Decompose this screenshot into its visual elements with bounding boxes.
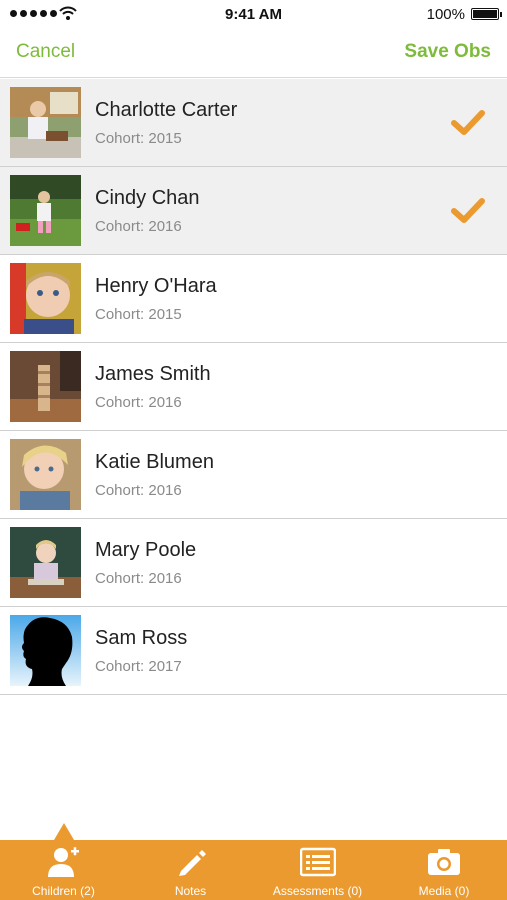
tab-notes[interactable]: Notes — [127, 840, 254, 900]
tab-label: Notes — [174, 884, 207, 898]
child-photo — [10, 439, 81, 510]
child-cohort: Cohort: 2016 — [95, 218, 182, 235]
tab-children[interactable]: Children (2) — [0, 840, 127, 900]
pencil-icon — [178, 850, 206, 876]
child-cohort: Cohort: 2016 — [95, 570, 182, 587]
camera-icon — [428, 849, 460, 875]
tab-label: Media (0) — [418, 884, 470, 898]
child-name: Mary Poole — [95, 539, 197, 561]
avatar-silhouette-icon — [10, 615, 81, 686]
child-name: Charlotte Carter — [95, 99, 238, 121]
child-photo — [10, 351, 81, 422]
child-row-cindy-chan[interactable]: Cindy Chan Cohort: 2016 — [0, 167, 507, 255]
tab-label: Assessments (0) — [272, 884, 363, 898]
child-row-charlotte-carter[interactable]: Charlotte Carter Cohort: 2015 — [0, 79, 507, 167]
child-cohort: Cohort: 2017 — [95, 658, 182, 675]
child-photo — [10, 87, 81, 158]
child-row-katie-blumen[interactable]: Katie Blumen Cohort: 2016 — [0, 431, 507, 519]
checkmark-icon — [451, 110, 485, 135]
child-name: Sam Ross — [95, 627, 188, 649]
checkmark-icon — [451, 198, 485, 223]
tab-label: Children (2) — [32, 884, 95, 898]
child-cohort: Cohort: 2015 — [95, 306, 182, 323]
child-cohort: Cohort: 2016 — [95, 482, 182, 499]
child-photo — [10, 527, 81, 598]
child-photo — [10, 175, 81, 246]
child-photo — [10, 263, 81, 334]
save-obs-button[interactable]: Save Obs — [404, 41, 491, 63]
child-name: James Smith — [95, 363, 211, 385]
children-list: Charlotte Carter Cohort: 2015 Cindy Chan… — [0, 79, 507, 695]
child-name: Henry O'Hara — [95, 275, 217, 297]
child-cohort: Cohort: 2015 — [95, 130, 182, 147]
child-row-mary-poole[interactable]: Mary Poole Cohort: 2016 — [0, 519, 507, 607]
tab-assessments[interactable]: Assessments (0) — [254, 840, 381, 900]
active-tab-indicator — [54, 823, 74, 840]
tab-media[interactable]: Media (0) — [381, 840, 507, 900]
child-name: Cindy Chan — [95, 187, 200, 209]
child-row-james-smith[interactable]: James Smith Cohort: 2016 — [0, 343, 507, 431]
tab-bar: Children (2) Notes Assessments (0) Media… — [0, 840, 507, 900]
battery-percentage: 100% — [426, 6, 465, 23]
child-cohort: Cohort: 2016 — [95, 394, 182, 411]
assessment-list-icon — [299, 847, 336, 877]
add-child-icon — [47, 847, 79, 877]
navigation-bar: Cancel Save Obs — [0, 28, 507, 78]
child-row-sam-ross[interactable]: Sam Ross Cohort: 2017 — [0, 607, 507, 695]
cancel-button[interactable]: Cancel — [16, 41, 75, 63]
battery-icon — [471, 8, 502, 20]
child-row-henry-ohara[interactable]: Henry O'Hara Cohort: 2015 — [0, 255, 507, 343]
child-name: Katie Blumen — [95, 451, 214, 473]
status-bar: 9:41 AM 100% — [0, 0, 507, 28]
